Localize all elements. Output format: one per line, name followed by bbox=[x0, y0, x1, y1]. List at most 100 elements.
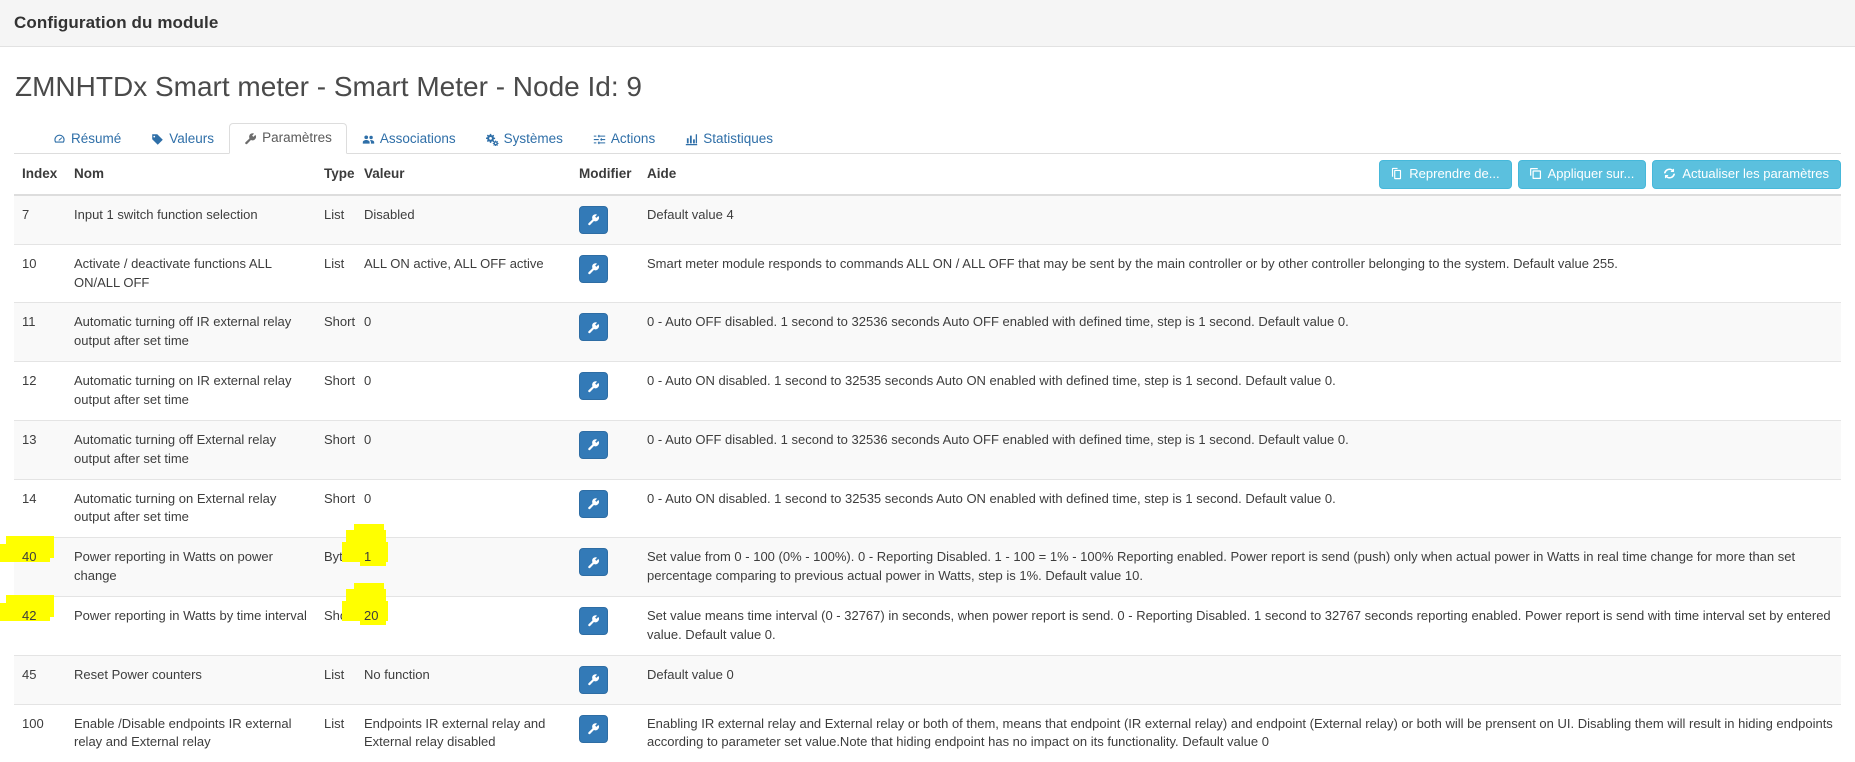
cell-type: List bbox=[316, 194, 356, 245]
wrench-icon bbox=[587, 556, 600, 569]
toolbar-button-reprendre-de[interactable]: Reprendre de... bbox=[1379, 159, 1512, 190]
parameter-index: 14 bbox=[22, 490, 37, 506]
wrench-icon bbox=[244, 132, 257, 145]
parameter-name: Input 1 switch function selection bbox=[74, 206, 258, 222]
edit-parameter-button[interactable] bbox=[579, 714, 608, 743]
tab-label: Actions bbox=[610, 131, 656, 147]
cell-nom: Automatic turning off IR external relay … bbox=[66, 302, 316, 362]
column-header-type: Type bbox=[316, 153, 356, 196]
wrench-icon bbox=[587, 497, 600, 510]
cell-modifier bbox=[571, 654, 639, 705]
toolbar-button-appliquer-sur[interactable]: Appliquer sur... bbox=[1517, 159, 1647, 190]
dashboard-icon bbox=[53, 133, 66, 146]
edit-parameter-button[interactable] bbox=[579, 254, 608, 283]
tab-valeurs[interactable]: Valeurs bbox=[136, 124, 229, 154]
cell-valeur: 0 bbox=[356, 302, 571, 362]
cell-valeur: 0 bbox=[356, 361, 571, 421]
edit-parameter-button[interactable] bbox=[579, 665, 608, 694]
highlighter-mark bbox=[0, 594, 66, 655]
parameter-index: 45 bbox=[22, 666, 37, 682]
wrench-icon bbox=[587, 262, 600, 275]
parameter-index: 10 bbox=[22, 255, 37, 271]
tab-label: Valeurs bbox=[169, 131, 215, 147]
tag-icon bbox=[151, 133, 164, 146]
toolbar-buttons: Reprendre de... Appliquer sur... Actualise… bbox=[1379, 159, 1841, 190]
clone-icon bbox=[1529, 167, 1542, 180]
cell-type: Short bbox=[316, 595, 356, 656]
edit-parameter-button[interactable] bbox=[579, 548, 608, 577]
cell-valeur: 0 bbox=[356, 478, 571, 538]
cell-nom: Automatic turning off External relay out… bbox=[66, 419, 316, 480]
cell-index: 14 bbox=[14, 478, 66, 538]
cell-valeur: Endpoints IR external relay and External… bbox=[356, 703, 571, 762]
parameter-value: 0 bbox=[364, 373, 372, 389]
cell-nom: Reset Power counters bbox=[66, 654, 316, 705]
wrench-icon bbox=[587, 380, 600, 393]
cell-aide: Set value from 0 - 100 (0% - 100%). 0 - … bbox=[639, 537, 1841, 597]
parameter-type: Short bbox=[324, 431, 356, 447]
cell-modifier bbox=[571, 419, 639, 480]
edit-parameter-button[interactable] bbox=[579, 313, 608, 342]
table-row: 12 Automatic turning on IR external relay… bbox=[14, 361, 1841, 421]
parameter-type: Short bbox=[324, 373, 356, 389]
parameter-value: ALL ON active, ALL OFF active bbox=[364, 255, 544, 271]
edit-parameter-button[interactable] bbox=[579, 372, 608, 401]
cell-aide: 0 - Auto OFF disabled. 1 second to 32536… bbox=[639, 302, 1841, 362]
table-body: 7 Input 1 switch function selection List Di… bbox=[0, 194, 1841, 762]
parameter-value: 0 bbox=[364, 490, 372, 506]
cell-type: Short bbox=[316, 419, 356, 480]
parameters-panel: Reprendre de... Appliquer sur... Actualise… bbox=[0, 153, 1841, 762]
cell-valeur: 1 bbox=[342, 524, 571, 597]
edit-parameter-button[interactable] bbox=[579, 430, 608, 459]
wrench-icon bbox=[587, 673, 600, 686]
cell-aide: Set value means time interval (0 - 32767… bbox=[639, 595, 1841, 656]
tab-label: Résumé bbox=[71, 131, 122, 147]
copy-icon bbox=[1390, 167, 1403, 180]
tab-r-sum[interactable]: Résumé bbox=[38, 124, 136, 154]
cell-modifier bbox=[571, 537, 639, 597]
parameter-type: Short bbox=[324, 314, 356, 330]
parameter-type: List bbox=[324, 206, 345, 222]
cell-index: 100 bbox=[14, 703, 66, 762]
tab-param-tres[interactable]: Paramètres bbox=[229, 123, 347, 154]
tab-statistiques[interactable]: Statistiques bbox=[670, 124, 788, 154]
cell-index: 40 bbox=[0, 536, 66, 597]
cell-index: 13 bbox=[14, 419, 66, 480]
tab-syst-mes[interactable]: Systèmes bbox=[471, 124, 578, 154]
cell-valeur: ALL ON active, ALL OFF active bbox=[356, 243, 571, 303]
edit-parameter-button[interactable] bbox=[579, 606, 608, 635]
cell-nom: Automatic turning on External relay outp… bbox=[66, 478, 316, 538]
parameter-index: 40 bbox=[22, 549, 37, 565]
sliders-icon bbox=[593, 133, 606, 146]
table-row: 40 Power reporting in Watts on power chan… bbox=[0, 524, 1841, 597]
tab-associations[interactable]: Associations bbox=[347, 124, 471, 154]
users-icon bbox=[362, 133, 375, 146]
cell-nom: Activate / deactivate functions ALL ON/A… bbox=[66, 243, 316, 303]
cell-modifier bbox=[571, 361, 639, 421]
tab-actions[interactable]: Actions bbox=[578, 124, 670, 154]
toolbar-button-actualiser-les-param-tres[interactable]: Actualiser les paramètres bbox=[1652, 159, 1841, 190]
cell-type: Byte bbox=[316, 537, 356, 597]
window-title: Configuration du module bbox=[14, 13, 219, 32]
parameter-name: Automatic turning off IR external relay … bbox=[74, 314, 292, 349]
wrench-icon bbox=[587, 614, 600, 627]
cell-aide: 0 - Auto ON disabled. 1 second to 32535 … bbox=[639, 361, 1841, 421]
cell-index: 11 bbox=[14, 302, 66, 362]
wrench-icon bbox=[587, 321, 600, 334]
parameter-type: Short bbox=[324, 490, 356, 506]
parameter-name: Activate / deactivate functions ALL ON/A… bbox=[74, 255, 272, 290]
highlighter-mark bbox=[342, 524, 571, 596]
parameter-value: 20 bbox=[364, 607, 379, 623]
edit-parameter-button[interactable] bbox=[579, 489, 608, 518]
parameter-help: Enabling IR external relay and External … bbox=[647, 715, 1833, 750]
toolbar-button-label: Actualiser les paramètres bbox=[1682, 165, 1829, 181]
parameter-type: Byte bbox=[324, 549, 351, 565]
parameter-index: 100 bbox=[22, 715, 44, 731]
parameter-help: Default value 4 bbox=[647, 206, 734, 222]
cell-aide: Smart meter module responds to commands … bbox=[639, 243, 1841, 303]
cell-aide: Default value 0 bbox=[639, 654, 1841, 705]
parameter-name: Automatic turning on External relay outp… bbox=[74, 490, 277, 525]
tab-label: Systèmes bbox=[503, 131, 563, 147]
edit-parameter-button[interactable] bbox=[579, 205, 608, 234]
parameter-help: Set value from 0 - 100 (0% - 100%). 0 - … bbox=[647, 549, 1796, 584]
